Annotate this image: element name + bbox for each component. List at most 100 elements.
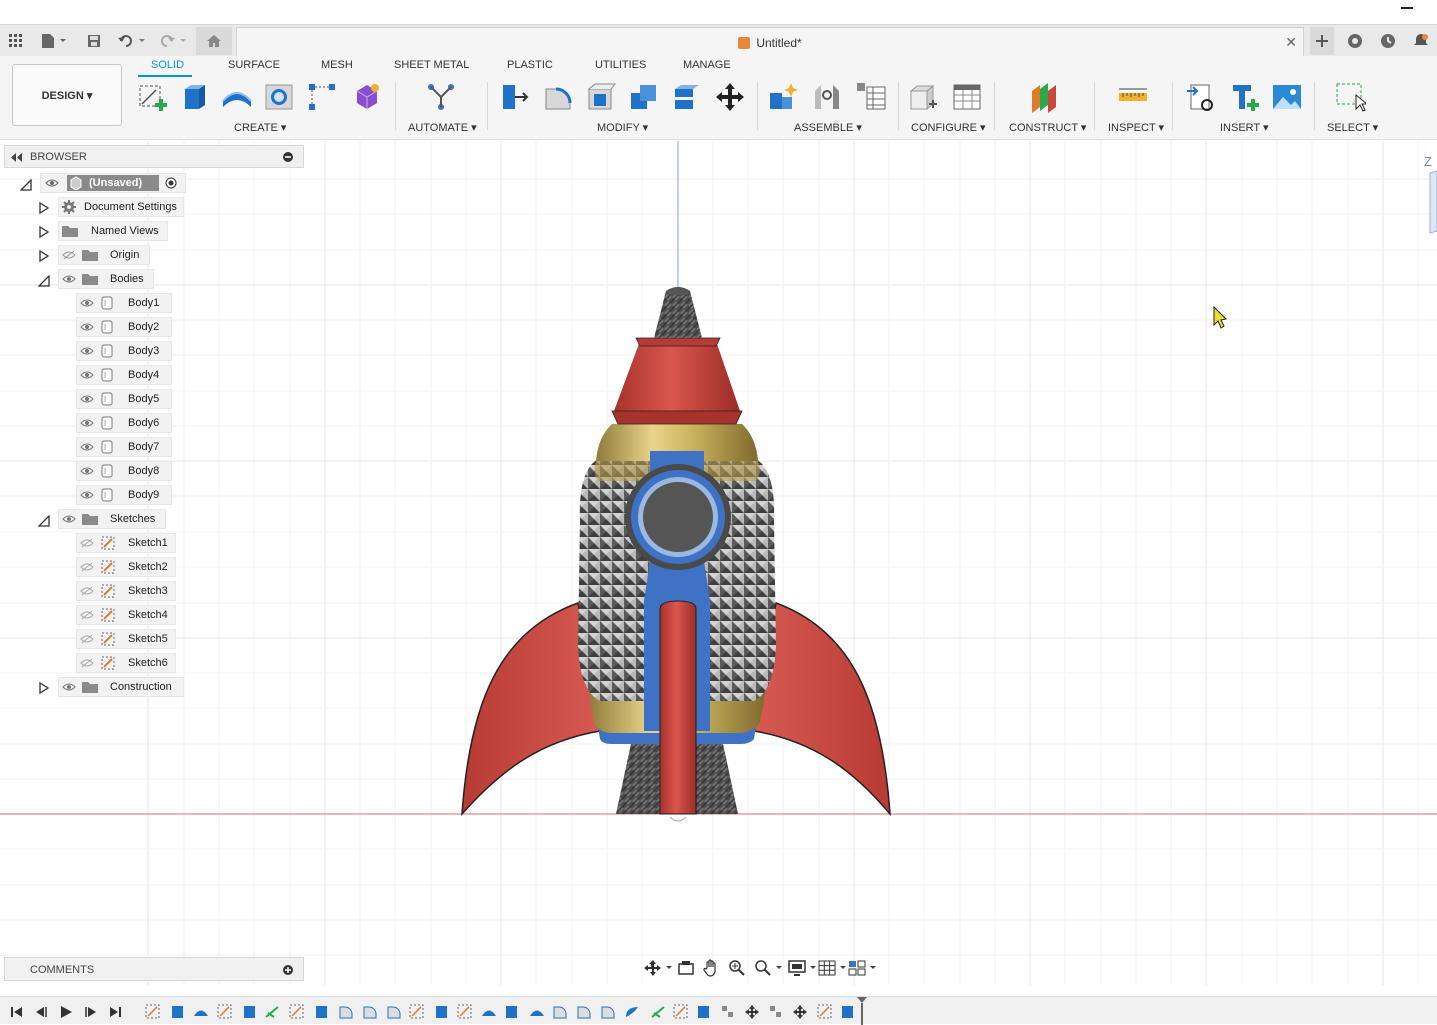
visibility-eye-icon[interactable] xyxy=(80,394,94,404)
construction-node[interactable]: Construction xyxy=(58,677,184,697)
body-item[interactable]: Body5 xyxy=(76,389,172,409)
tab-mesh[interactable]: MESH xyxy=(321,59,353,71)
go-to-start-icon[interactable] xyxy=(10,1005,24,1019)
notifications-icon[interactable] xyxy=(1410,30,1432,52)
body-item[interactable]: Body4 xyxy=(76,365,172,385)
rocket-model[interactable] xyxy=(461,287,891,822)
joint-icon[interactable] xyxy=(810,80,844,114)
visibility-eye-icon[interactable] xyxy=(80,466,94,476)
sketch-item[interactable]: Sketch1 xyxy=(76,533,176,553)
pan-hand-icon[interactable] xyxy=(702,959,720,977)
tab-solid[interactable]: SOLID xyxy=(151,59,184,71)
go-to-end-icon[interactable] xyxy=(108,1005,122,1019)
expand-collapse-icon[interactable] xyxy=(20,179,32,191)
sketch-item[interactable]: Sketch3 xyxy=(76,581,176,601)
extrude-icon[interactable] xyxy=(178,80,212,114)
sketch-item[interactable]: Sketch2 xyxy=(76,557,176,577)
bodies-node[interactable]: Bodies xyxy=(58,269,154,289)
new-tab-icon[interactable] xyxy=(1310,27,1334,55)
hidden-eye-icon[interactable] xyxy=(80,610,94,620)
browser-pin-icon[interactable] xyxy=(283,152,293,162)
hidden-eye-icon[interactable] xyxy=(80,634,94,644)
hole-icon[interactable] xyxy=(262,80,296,114)
tab-surface[interactable]: SURFACE xyxy=(228,59,280,71)
viewports-icon[interactable] xyxy=(848,959,878,977)
revolve-icon[interactable] xyxy=(220,80,254,114)
undo-icon[interactable] xyxy=(116,30,148,52)
document-settings-node[interactable]: Document Settings xyxy=(58,197,184,217)
expand-collapse-icon[interactable] xyxy=(39,682,49,694)
close-tab-button[interactable]: ✕ xyxy=(1285,34,1297,51)
sketch-item[interactable]: Sketch5 xyxy=(76,629,176,649)
configuration-table-icon[interactable] xyxy=(950,80,984,114)
hidden-eye-icon[interactable] xyxy=(80,658,94,668)
body-item[interactable]: Body7 xyxy=(76,437,172,457)
minimize-button[interactable] xyxy=(1401,7,1413,9)
step-back-icon[interactable] xyxy=(34,1005,48,1019)
visibility-eye-icon[interactable] xyxy=(80,346,94,356)
app-grid-icon[interactable] xyxy=(6,30,26,52)
add-comment-icon[interactable] xyxy=(283,965,293,975)
hidden-eye-icon[interactable] xyxy=(80,538,94,548)
visibility-eye-icon[interactable] xyxy=(80,322,94,332)
offset-plane-icon[interactable] xyxy=(1027,80,1061,114)
expand-collapse-icon[interactable] xyxy=(39,202,49,214)
visibility-eye-icon[interactable] xyxy=(80,442,94,452)
configure-group-label[interactable]: CONFIGURE ▾ xyxy=(911,121,986,134)
assemble-group-label[interactable]: ASSEMBLE ▾ xyxy=(794,121,862,134)
visibility-eye-icon[interactable] xyxy=(62,274,76,284)
hidden-eye-icon[interactable] xyxy=(62,250,76,260)
tab-manage[interactable]: MANAGE xyxy=(683,59,731,71)
shell-icon[interactable] xyxy=(584,80,618,114)
sketches-node[interactable]: Sketches xyxy=(58,509,166,529)
hidden-eye-icon[interactable] xyxy=(80,586,94,596)
visibility-eye-icon[interactable] xyxy=(80,490,94,500)
body-item[interactable]: Body9 xyxy=(76,485,172,505)
timeline-features[interactable] xyxy=(144,1003,864,1021)
hidden-eye-icon[interactable] xyxy=(80,562,94,572)
press-pull-icon[interactable] xyxy=(498,80,532,114)
move-copy-icon[interactable] xyxy=(713,80,747,114)
canvas-viewport[interactable]: Z xyxy=(0,141,1437,985)
body-item[interactable]: Body2 xyxy=(76,317,172,337)
tab-sheet-metal[interactable]: SHEET METAL xyxy=(394,59,469,71)
insert-group-label[interactable]: INSERT ▾ xyxy=(1220,121,1269,134)
automate-icon[interactable] xyxy=(424,80,458,114)
body-item[interactable]: Body6 xyxy=(76,413,172,433)
activate-radio-icon[interactable] xyxy=(165,177,177,189)
file-menu-icon[interactable] xyxy=(38,30,68,52)
step-forward-icon[interactable] xyxy=(84,1005,98,1019)
body-item[interactable]: Body3 xyxy=(76,341,172,361)
inspect-group-label[interactable]: INSPECT ▾ xyxy=(1108,121,1164,134)
expand-collapse-icon[interactable] xyxy=(39,226,49,238)
visibility-eye-icon[interactable] xyxy=(80,298,94,308)
select-group-label[interactable]: SELECT ▾ xyxy=(1327,121,1378,134)
timeline-marker-icon[interactable] xyxy=(856,997,868,1025)
split-body-icon[interactable] xyxy=(670,80,704,114)
root-component[interactable]: (Unsaved) xyxy=(40,173,186,193)
bill-of-materials-icon[interactable] xyxy=(854,80,888,114)
display-settings-icon[interactable] xyxy=(788,959,818,977)
viewcube[interactable]: Z xyxy=(1424,154,1437,234)
insert-derive-icon[interactable] xyxy=(1184,80,1218,114)
tab-utilities[interactable]: UTILITIES xyxy=(595,59,646,71)
construct-group-label[interactable]: CONSTRUCT ▾ xyxy=(1009,121,1086,134)
home-icon[interactable] xyxy=(196,27,232,55)
visibility-eye-icon[interactable] xyxy=(45,178,59,188)
job-status-icon[interactable] xyxy=(1377,30,1399,52)
measure-icon[interactable] xyxy=(1116,80,1150,114)
redo-icon[interactable] xyxy=(158,30,188,52)
pattern-icon[interactable] xyxy=(305,80,339,114)
document-tab[interactable]: Untitled* ✕ xyxy=(236,27,1304,57)
expand-collapse-icon[interactable] xyxy=(38,275,50,287)
zoom-icon[interactable] xyxy=(728,959,746,977)
insert-mcmaster-icon[interactable] xyxy=(1228,80,1262,114)
automate-group-label[interactable]: AUTOMATE ▾ xyxy=(408,121,477,134)
select-icon[interactable] xyxy=(1333,80,1367,114)
comments-panel[interactable]: COMMENTS xyxy=(4,957,304,981)
look-at-icon[interactable] xyxy=(678,960,694,976)
zoom-window-icon[interactable] xyxy=(754,959,784,977)
fillet-icon[interactable] xyxy=(541,80,575,114)
tab-plastic[interactable]: PLASTIC xyxy=(507,59,553,71)
body-item[interactable]: Body1 xyxy=(76,293,172,313)
